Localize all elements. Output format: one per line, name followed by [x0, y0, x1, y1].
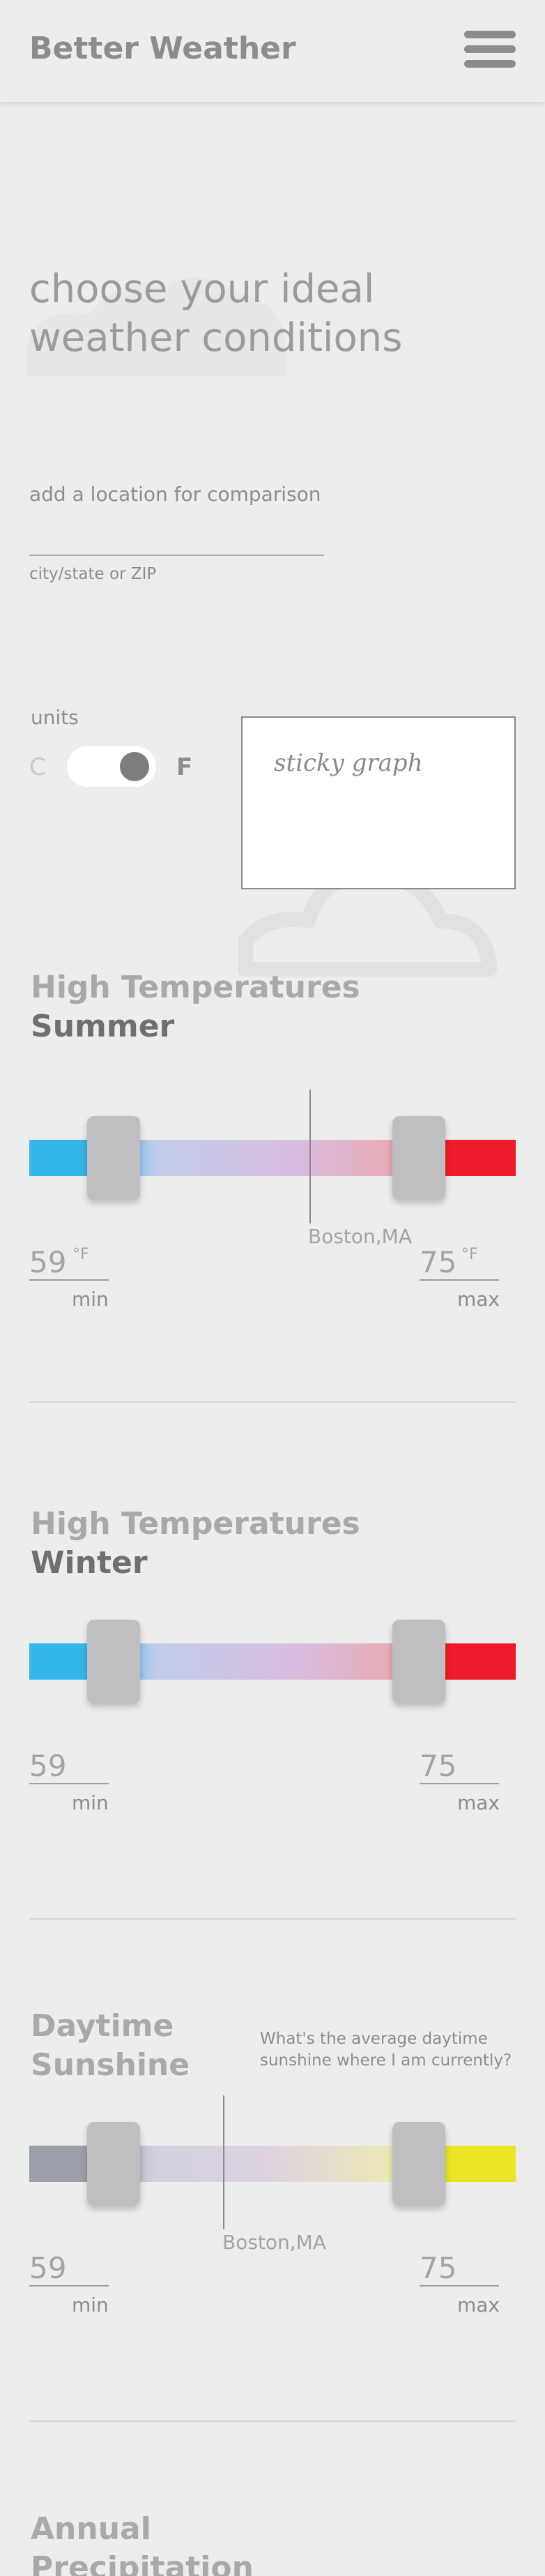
min-value-field[interactable]: 59 — [29, 2250, 109, 2287]
max-slider-handle[interactable] — [392, 1116, 445, 1200]
sticky-graph-text: sticky graph — [274, 749, 423, 777]
max-value: 75 — [420, 1245, 457, 1279]
hamburger-menu-icon[interactable] — [464, 31, 516, 68]
min-value: 59 — [29, 2251, 67, 2285]
section-title: Annual Precipitation — [31, 2511, 254, 2576]
section-divider — [29, 1918, 516, 1920]
location-input[interactable] — [29, 527, 324, 556]
page-title: choose your ideal weather conditions — [29, 266, 403, 361]
max-slider-handle[interactable] — [392, 2122, 445, 2206]
min-unit: °F — [72, 1246, 89, 1263]
units-label: units — [31, 706, 79, 729]
brand-title[interactable]: Better Weather — [29, 31, 296, 66]
max-value-field[interactable]: 75 — [420, 1748, 499, 1784]
max-value-field[interactable]: 75 °F — [420, 1244, 499, 1281]
unit-celsius-label[interactable]: C — [29, 753, 46, 781]
location-hint: city/state or ZIP — [29, 565, 157, 583]
section-subtitle: Winter — [31, 1545, 148, 1581]
min-value: 59 — [29, 1245, 67, 1279]
min-value-field[interactable]: 59 °F — [29, 1244, 109, 1281]
max-value: 75 — [420, 2251, 457, 2285]
sticky-graph-panel: sticky graph — [241, 716, 516, 889]
min-caption: min — [72, 2293, 109, 2317]
section-divider — [29, 1401, 516, 1403]
section-divider — [29, 2420, 516, 2422]
section-subtitle: Summer — [31, 1009, 175, 1044]
location-marker-label: Boston,MA — [222, 2231, 326, 2254]
app-header: Better Weather — [0, 0, 545, 102]
min-value: 59 — [29, 1749, 67, 1783]
max-value: 75 — [420, 1749, 457, 1783]
min-caption: min — [72, 1288, 109, 1311]
location-marker-line — [309, 1090, 311, 1223]
min-slider-handle[interactable] — [87, 2122, 140, 2206]
sunshine-question-link[interactable]: What's the average daytime sunshine wher… — [260, 2028, 518, 2072]
min-value-field[interactable]: 59 — [29, 1748, 109, 1784]
location-marker-line — [223, 2095, 224, 2229]
min-caption: min — [72, 1791, 109, 1814]
section-title: High Temperatures — [31, 1506, 360, 1542]
max-caption: max — [457, 1288, 500, 1311]
max-slider-handle[interactable] — [392, 1620, 445, 1703]
max-caption: max — [457, 1791, 500, 1814]
unit-fahrenheit-label[interactable]: F — [176, 753, 192, 781]
location-marker-label: Boston,MA — [308, 1225, 412, 1248]
section-title: High Temperatures — [31, 970, 360, 1005]
max-unit: °F — [461, 1246, 478, 1263]
section-title: Daytime Sunshine — [31, 2008, 190, 2083]
max-caption: max — [457, 2293, 500, 2317]
min-slider-handle[interactable] — [87, 1620, 140, 1703]
min-slider-handle[interactable] — [87, 1116, 140, 1200]
toggle-knob[interactable] — [120, 752, 149, 781]
units-toggle[interactable] — [67, 746, 156, 787]
max-value-field[interactable]: 75 — [420, 2250, 499, 2287]
location-label: add a location for comparison — [29, 483, 321, 506]
